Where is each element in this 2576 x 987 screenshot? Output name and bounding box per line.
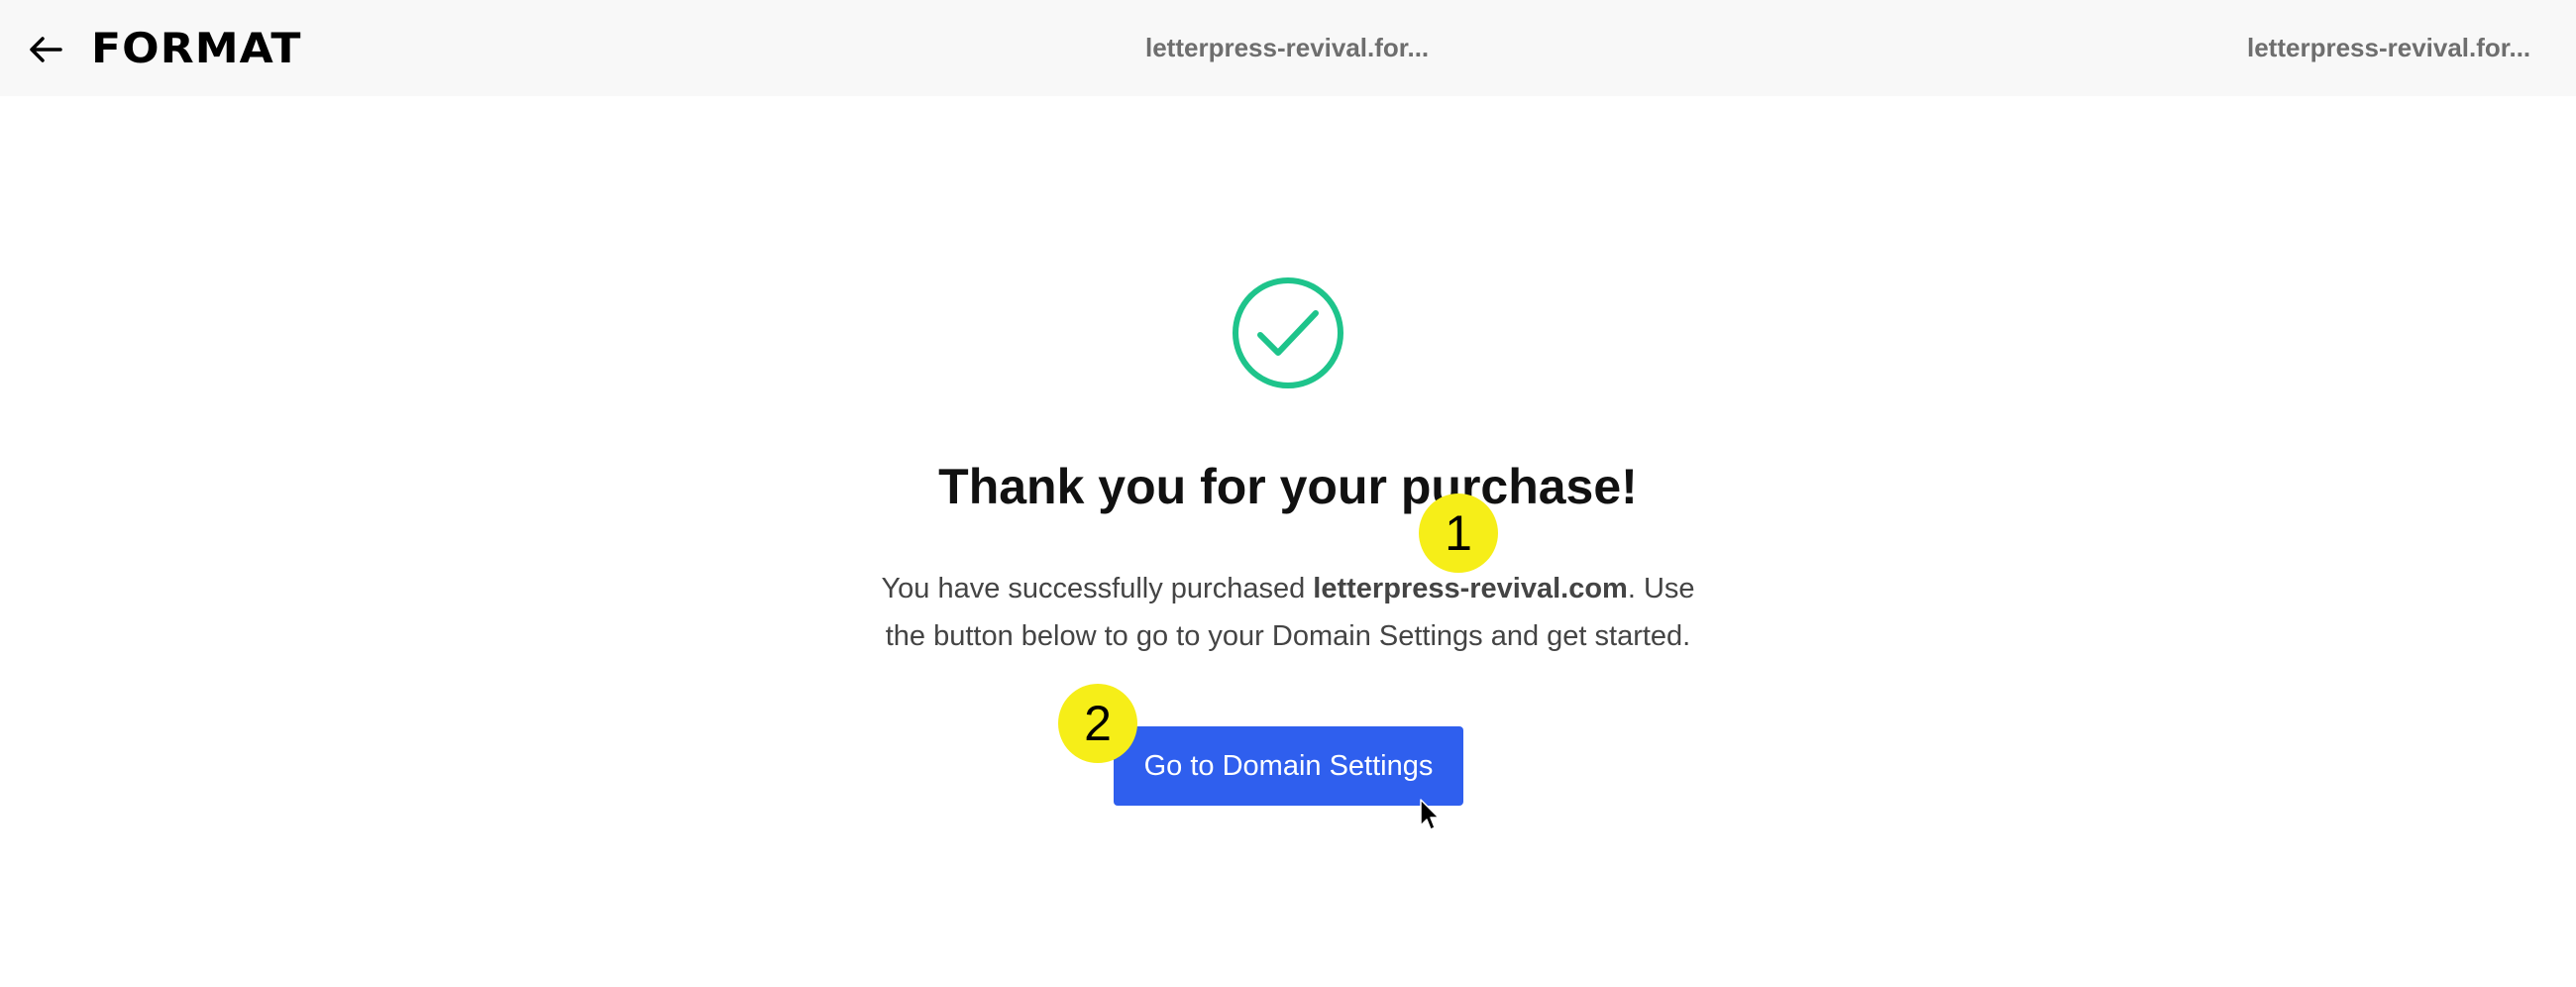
arrow-left-icon — [30, 37, 62, 62]
message-prefix: You have successfully purchased — [881, 573, 1314, 604]
domain-title-center: letterpress-revival.for... — [1145, 33, 1430, 62]
page-title: Thank you for your purchase! — [938, 459, 1638, 514]
purchased-domain: letterpress-revival.com — [1313, 573, 1628, 604]
format-logo[interactable]: FORMAT — [91, 22, 302, 75]
back-button[interactable] — [26, 30, 65, 69]
mouse-pointer-icon — [1420, 799, 1440, 830]
confirmation-message: You have successfully purchased letterpr… — [862, 565, 1714, 660]
check-circle-icon — [1233, 277, 1343, 388]
annotation-marker-2: 2 — [1058, 684, 1137, 763]
go-to-domain-settings-button[interactable]: Go to Domain Settings — [1114, 726, 1463, 806]
domain-title-right: letterpress-revival.for... — [2247, 33, 2531, 62]
annotation-marker-1: 1 — [1419, 494, 1498, 573]
top-bar: FORMAT letterpress-revival.for... letter… — [0, 0, 2576, 96]
